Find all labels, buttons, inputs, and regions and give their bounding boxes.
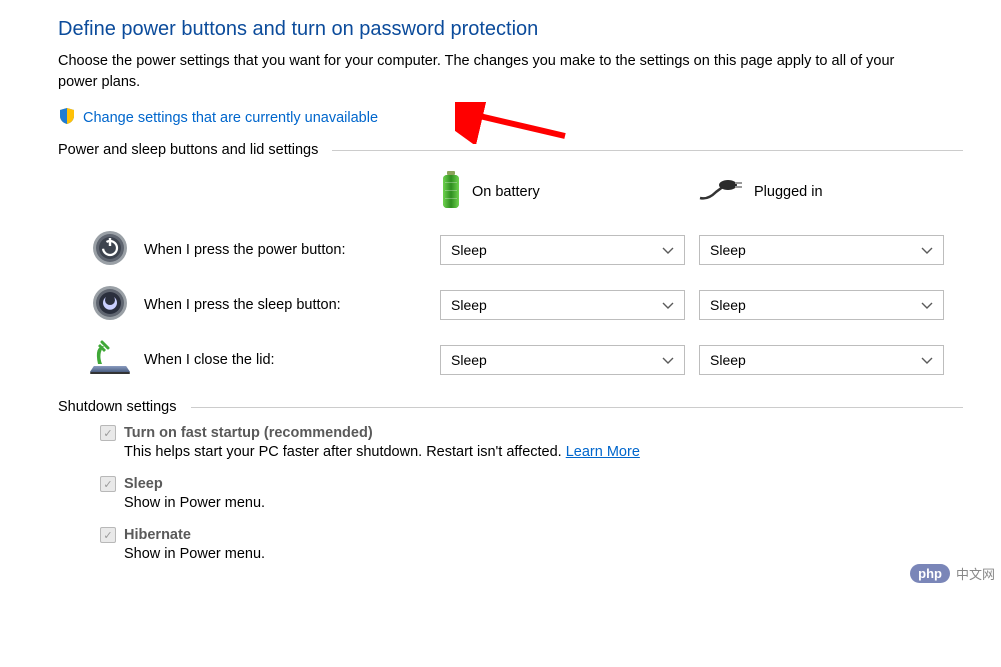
page-description: Choose the power settings that you want …	[58, 51, 933, 93]
hibernate-desc: Show in Power menu.	[124, 546, 981, 562]
fast-startup-checkbox: ✓	[100, 425, 116, 441]
page-title: Define power buttons and turn on passwor…	[58, 18, 981, 41]
battery-icon	[440, 170, 462, 214]
sleep-desc: Show in Power menu.	[124, 495, 981, 511]
select-value: Sleep	[710, 352, 746, 368]
sleep-button-icon	[92, 285, 128, 324]
chevron-down-icon	[662, 242, 674, 258]
power-button-plugged-select[interactable]: Sleep	[699, 235, 944, 265]
hibernate-checkbox: ✓	[100, 527, 116, 543]
chevron-down-icon	[921, 242, 933, 258]
close-lid-plugged-select[interactable]: Sleep	[699, 345, 944, 375]
chevron-down-icon	[921, 352, 933, 368]
power-button-battery-select[interactable]: Sleep	[440, 235, 685, 265]
sleep-checkbox: ✓	[100, 476, 116, 492]
section-title: Power and sleep buttons and lid settings	[58, 142, 318, 158]
chevron-down-icon	[662, 297, 674, 313]
power-sleep-section-header: Power and sleep buttons and lid settings	[58, 142, 981, 158]
power-button-label: When I press the power button:	[140, 242, 440, 258]
columns-header: On battery Plugged in	[20, 170, 981, 214]
sleep-button-row: When I press the sleep button: Sleep Sle…	[20, 285, 981, 324]
watermark-text: 中文网	[956, 564, 995, 583]
divider	[332, 150, 963, 151]
close-lid-battery-select[interactable]: Sleep	[440, 345, 685, 375]
section-title: Shutdown settings	[58, 399, 177, 415]
on-battery-column-header: On battery	[440, 170, 698, 214]
plugged-in-label: Plugged in	[754, 184, 823, 200]
power-button-row: When I press the power button: Sleep Sle…	[20, 230, 981, 269]
select-value: Sleep	[451, 242, 487, 258]
fast-startup-desc-text: This helps start your PC faster after sh…	[124, 444, 566, 460]
change-settings-row: Change settings that are currently unava…	[58, 107, 981, 128]
sleep-label: Sleep	[124, 476, 163, 492]
laptop-lid-icon	[88, 340, 132, 379]
plug-icon	[698, 178, 744, 206]
sleep-button-plugged-select[interactable]: Sleep	[699, 290, 944, 320]
shield-icon	[58, 107, 76, 128]
fast-startup-item: ✓ Turn on fast startup (recommended) Thi…	[100, 425, 981, 460]
hibernate-label: Hibernate	[124, 527, 191, 543]
select-value: Sleep	[710, 297, 746, 313]
php-badge: php	[910, 564, 950, 583]
on-battery-label: On battery	[472, 184, 540, 200]
sleep-button-battery-select[interactable]: Sleep	[440, 290, 685, 320]
sleep-item: ✓ Sleep Show in Power menu.	[100, 476, 981, 511]
watermark: php 中文网	[910, 564, 995, 583]
hibernate-item: ✓ Hibernate Show in Power menu.	[100, 527, 981, 562]
divider	[191, 407, 964, 408]
chevron-down-icon	[662, 352, 674, 368]
sleep-button-label: When I press the sleep button:	[140, 297, 440, 313]
learn-more-link[interactable]: Learn More	[566, 444, 640, 460]
close-lid-row: When I close the lid: Sleep Sleep	[20, 340, 981, 379]
plugged-in-column-header: Plugged in	[698, 178, 823, 206]
fast-startup-desc: This helps start your PC faster after sh…	[124, 444, 981, 460]
select-value: Sleep	[451, 352, 487, 368]
change-settings-link[interactable]: Change settings that are currently unava…	[83, 110, 378, 126]
select-value: Sleep	[710, 242, 746, 258]
power-button-icon	[92, 230, 128, 269]
close-lid-label: When I close the lid:	[140, 352, 440, 368]
shutdown-section-header: Shutdown settings	[58, 399, 981, 415]
select-value: Sleep	[451, 297, 487, 313]
chevron-down-icon	[921, 297, 933, 313]
fast-startup-label: Turn on fast startup (recommended)	[124, 425, 373, 441]
